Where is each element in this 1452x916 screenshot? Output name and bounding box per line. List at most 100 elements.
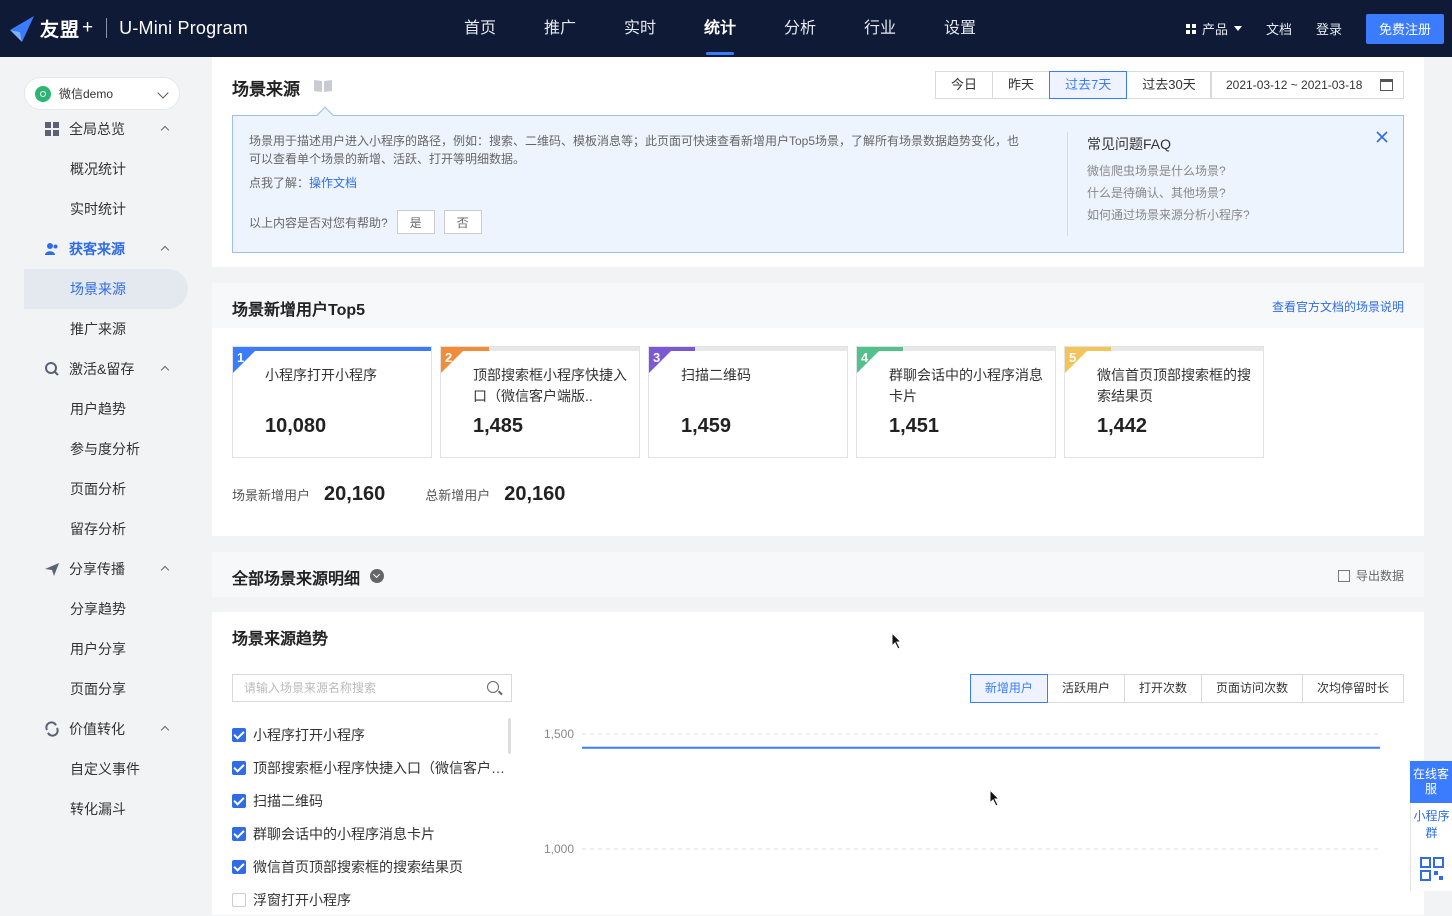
search-icon[interactable] bbox=[487, 681, 499, 693]
checkbox-checked-icon[interactable] bbox=[232, 793, 246, 808]
tab-page-views[interactable]: 页面访问次数 bbox=[1200, 674, 1303, 703]
helpful-no-button[interactable]: 否 bbox=[443, 210, 482, 234]
scene-detail-card[interactable]: 全部场景来源明细 导出数据 bbox=[212, 552, 1424, 597]
sidebar-item-scene-source[interactable]: 场景来源 bbox=[24, 269, 188, 309]
checkbox-checked-icon[interactable] bbox=[232, 760, 246, 775]
sidebar-item-share-trend[interactable]: 分享趋势 bbox=[24, 589, 188, 629]
nav-industry[interactable]: 行业 bbox=[840, 0, 920, 57]
checkbox-unchecked-icon[interactable] bbox=[232, 892, 246, 907]
sidebar-group-label: 全局总览 bbox=[69, 121, 125, 137]
sidebar-item-promotion-source[interactable]: 推广来源 bbox=[24, 309, 188, 349]
sidebar-group-conversion[interactable]: 价值转化 bbox=[24, 709, 188, 749]
online-service-button[interactable]: 在线客服 bbox=[1410, 761, 1452, 803]
nav-promotion[interactable]: 推广 bbox=[520, 0, 600, 57]
tab-open-count[interactable]: 打开次数 bbox=[1123, 674, 1202, 703]
sidebar-group-overview[interactable]: 全局总览 bbox=[24, 109, 188, 149]
faq-link[interactable]: 什么是待确认、其他场景? bbox=[1087, 182, 1250, 204]
scene-checkbox-item[interactable]: 浮窗打开小程序 bbox=[232, 883, 512, 916]
tab-active-users[interactable]: 活跃用户 bbox=[1046, 674, 1125, 703]
total-new-users-value: 20,160 bbox=[504, 483, 566, 505]
top5-card-item[interactable]: 1 小程序打开小程序 10,080 bbox=[232, 346, 432, 458]
calendar-icon bbox=[1380, 79, 1393, 91]
share-bar bbox=[649, 347, 847, 351]
mini-program-group-button[interactable]: 小程序群 bbox=[1410, 803, 1452, 847]
scene-checkbox-item[interactable]: 微信首页顶部搜索框的搜索结果页 bbox=[232, 850, 512, 883]
tab-avg-duration[interactable]: 次均停留时长 bbox=[1301, 674, 1404, 703]
top5-card-item[interactable]: 3 扫描二维码 1,459 bbox=[648, 346, 848, 458]
rank-number: 3 bbox=[653, 350, 661, 365]
sidebar-item-user-trend[interactable]: 用户趋势 bbox=[24, 389, 188, 429]
register-button[interactable]: 免费注册 bbox=[1366, 13, 1444, 44]
export-data-button[interactable]: 导出数据 bbox=[1337, 567, 1404, 584]
chevron-up-icon bbox=[160, 125, 170, 135]
share-bar-fill bbox=[233, 347, 431, 351]
sidebar-group-sharing[interactable]: 分享传播 bbox=[24, 549, 188, 589]
date-last30-button[interactable]: 过去30天 bbox=[1126, 71, 1212, 99]
learn-prefix: 点我了解： bbox=[249, 176, 310, 190]
official-doc-link[interactable]: 查看官方文档的场景说明 bbox=[1272, 298, 1404, 315]
grid-icon bbox=[1185, 23, 1196, 34]
scene-checkbox-list: 小程序打开小程序 顶部搜索框小程序快捷入口（微信客户… 扫描二维码 群聊会话中的小程序… bbox=[232, 718, 512, 916]
sidebar-item-engagement[interactable]: 参与度分析 bbox=[24, 429, 188, 469]
sidebar-item-page-share[interactable]: 页面分享 bbox=[24, 669, 188, 709]
scene-new-users-label: 场景新增用户 bbox=[232, 488, 311, 503]
nav-realtime[interactable]: 实时 bbox=[600, 0, 680, 57]
notice-divider bbox=[1067, 132, 1068, 236]
sidebar-item-retention[interactable]: 留存分析 bbox=[24, 509, 188, 549]
checkbox-checked-icon[interactable] bbox=[232, 859, 246, 874]
product-name: U-Mini Program bbox=[119, 17, 248, 38]
scene-search-input[interactable]: 请输入场景来源名称搜索 bbox=[232, 674, 512, 702]
main-nav: 首页 推广 实时 统计 分析 行业 设置 bbox=[440, 0, 1000, 57]
qr-code-button[interactable] bbox=[1410, 847, 1452, 891]
date-today-button[interactable]: 今日 bbox=[935, 71, 994, 99]
top5-card-item[interactable]: 2 顶部搜索框小程序快捷入口（微信客户端版.. 1,485 bbox=[440, 346, 640, 458]
sidebar-item-custom-events[interactable]: 自定义事件 bbox=[24, 749, 188, 789]
scrollbar[interactable] bbox=[508, 718, 511, 754]
date-range-picker[interactable]: 2021-03-12 ~ 2021-03-18 bbox=[1210, 71, 1404, 99]
scene-checkbox-item[interactable]: 群聊会话中的小程序消息卡片 bbox=[232, 817, 512, 850]
sidebar-item-overview-stats[interactable]: 概况统计 bbox=[24, 149, 188, 189]
helpful-yes-button[interactable]: 是 bbox=[396, 210, 435, 234]
nav-settings[interactable]: 设置 bbox=[920, 0, 1000, 57]
logo[interactable]: 友盟 + U-Mini Program bbox=[8, 10, 248, 46]
sidebar-item-page-analysis[interactable]: 页面分析 bbox=[24, 469, 188, 509]
operation-doc-link[interactable]: 操作文档 bbox=[309, 176, 357, 190]
checkbox-checked-icon[interactable] bbox=[232, 826, 246, 841]
app-selector[interactable]: 微信demo bbox=[24, 77, 180, 110]
faq-link[interactable]: 微信爬虫场景是什么场景? bbox=[1087, 160, 1250, 182]
date-last7-button[interactable]: 过去7天 bbox=[1049, 71, 1128, 99]
sidebar-item-user-share[interactable]: 用户分享 bbox=[24, 629, 188, 669]
nav-statistics[interactable]: 统计 bbox=[680, 0, 760, 57]
date-yesterday-button[interactable]: 昨天 bbox=[992, 71, 1051, 99]
login-link[interactable]: 登录 bbox=[1316, 19, 1342, 38]
scene-checkbox-item[interactable]: 小程序打开小程序 bbox=[232, 718, 512, 751]
docs-link[interactable]: 文档 bbox=[1266, 19, 1292, 38]
sidebar-item-funnel[interactable]: 转化漏斗 bbox=[24, 789, 188, 829]
metric-tabs: 新增用户 活跃用户 打开次数 页面访问次数 次均停留时长 bbox=[969, 674, 1404, 703]
sidebar-item-realtime-stats[interactable]: 实时统计 bbox=[24, 189, 188, 229]
search-placeholder: 请输入场景来源名称搜索 bbox=[244, 681, 377, 695]
chevron-up-icon bbox=[160, 365, 170, 375]
scene-label: 微信首页顶部搜索框的搜索结果页 bbox=[253, 858, 463, 875]
scene-source-header-card: 场景来源 今日 昨天 过去7天 过去30天 2021-03-12 ~ 2021-… bbox=[212, 57, 1424, 267]
scene-checkbox-item[interactable]: 顶部搜索框小程序快捷入口（微信客户… bbox=[232, 751, 512, 784]
scene-value: 1,459 bbox=[681, 415, 732, 437]
expand-down-icon[interactable] bbox=[370, 569, 384, 583]
faq-link[interactable]: 如何通过场景来源分析小程序? bbox=[1087, 204, 1250, 226]
close-icon[interactable] bbox=[1375, 130, 1389, 144]
checkbox-checked-icon[interactable] bbox=[232, 727, 246, 742]
top5-card-item[interactable]: 5 微信首页顶部搜索框的搜索结果页 1,442 bbox=[1064, 346, 1264, 458]
scene-value: 1,451 bbox=[889, 415, 940, 437]
nav-home[interactable]: 首页 bbox=[440, 0, 520, 57]
nav-analysis[interactable]: 分析 bbox=[760, 0, 840, 57]
sidebar-group-activation[interactable]: 激活&留存 bbox=[24, 349, 188, 389]
products-dropdown[interactable]: 产品 bbox=[1185, 19, 1242, 38]
top5-card-item[interactable]: 4 群聊会话中的小程序消息卡片 1,451 bbox=[856, 346, 1056, 458]
umeng-logo-icon bbox=[10, 16, 34, 42]
tab-new-users[interactable]: 新增用户 bbox=[969, 674, 1048, 703]
floating-service-panel: 在线客服 小程序群 bbox=[1410, 761, 1452, 891]
scene-label: 浮窗打开小程序 bbox=[253, 891, 351, 908]
book-icon[interactable] bbox=[313, 79, 333, 93]
sidebar-group-acquisition[interactable]: 获客来源 bbox=[24, 229, 188, 269]
scene-checkbox-item[interactable]: 扫描二维码 bbox=[232, 784, 512, 817]
